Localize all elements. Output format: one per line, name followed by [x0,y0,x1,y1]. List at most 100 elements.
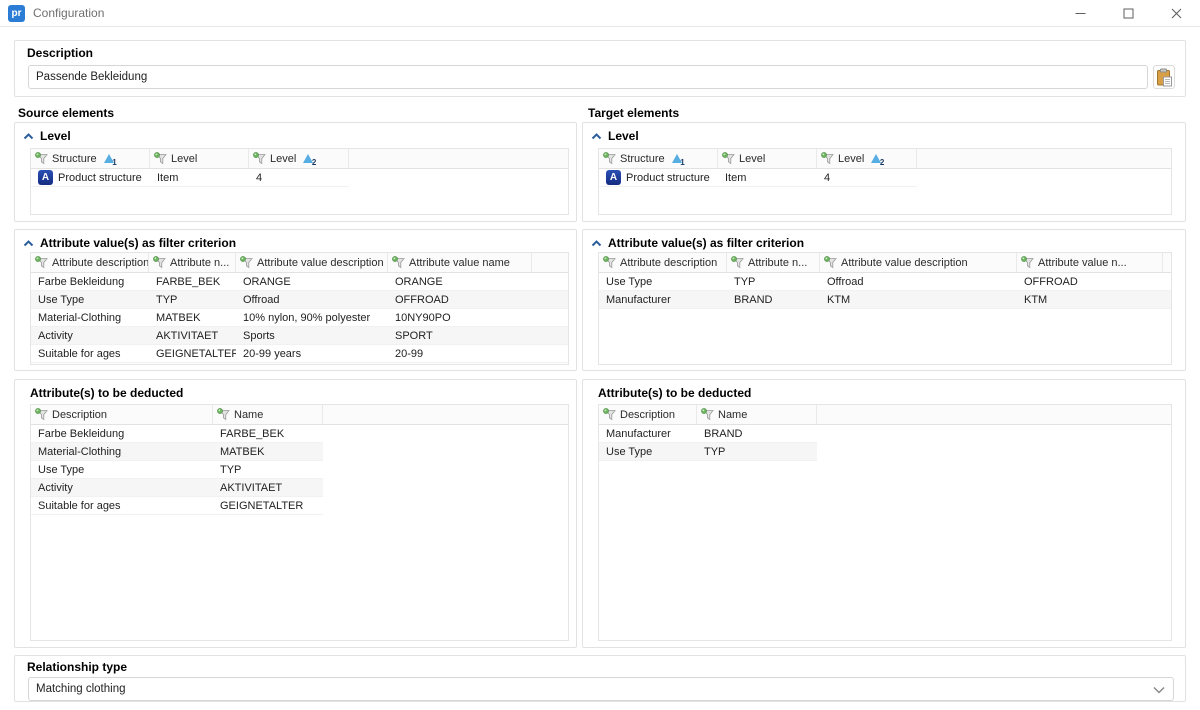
table-cell: 10NY90PO [388,312,532,324]
column-header-label: Name [234,409,263,421]
column-header-filler [532,253,568,272]
column-header[interactable]: Level [150,149,249,168]
filter-funnel-icon [603,256,616,269]
column-header-label: Attribute value description [841,257,968,269]
section-heading: Attribute(s) to be deducted [598,386,751,400]
table-row[interactable]: Farbe BekleidungFARBE_BEK [31,425,323,443]
source-level-table: Structure1LevelLevel2AProduct structureI… [30,148,569,215]
column-header[interactable]: Attribute n... [727,253,820,272]
column-header[interactable]: Attribute description [31,253,149,272]
table-cell: FARBE_BEK [149,276,236,288]
table-cell: Material-Clothing [31,446,213,458]
table-row[interactable]: Suitable for agesGEIGNETALTER [31,497,323,515]
chevron-down-icon [1153,686,1165,694]
table-cell: 10% nylon, 90% polyester [236,312,388,324]
collapse-icon[interactable] [23,240,34,247]
column-header[interactable]: Description [31,405,213,424]
column-header[interactable]: Attribute value n... [1017,253,1163,272]
column-header[interactable]: Structure 1 [599,149,718,168]
table-row[interactable]: Material-ClothingMATBEK10% nylon, 90% po… [31,309,568,327]
collapse-icon[interactable] [23,133,34,140]
maximize-button[interactable] [1104,0,1152,26]
sort-order-indicator: 2 [871,154,882,164]
title-bar: pr Configuration [0,0,1200,27]
column-header-label: Structure [620,153,665,165]
table-cell: TYP [697,446,817,458]
table-row[interactable]: ActivityAKTIVITAETSportsSPORT [31,327,568,345]
filter-funnel-icon [731,256,744,269]
table-cell: SPORT [388,330,532,342]
table-row[interactable]: Use TypeTYPOffroadOFFROAD [31,291,568,309]
column-header[interactable]: Attribute description [599,253,727,272]
column-header[interactable]: Attribute value name [388,253,532,272]
sort-order-indicator: 2 [303,154,314,164]
table-cell: Suitable for ages [31,500,213,512]
app-icon: pr [8,5,25,22]
filter-funnel-icon [701,408,714,421]
filter-funnel-icon [1021,256,1034,269]
column-header-label: Level [739,153,765,165]
column-header-label: Level [270,153,296,165]
column-header[interactable]: Level 2 [249,149,349,168]
table-row[interactable]: Use TypeTYPOffroadOFFROAD [599,273,1171,291]
table-cell: KTM [820,294,1017,306]
column-header[interactable]: Description [599,405,697,424]
table-row[interactable]: ActivityAKTIVITAET [31,479,323,497]
column-header[interactable]: Level2 [817,149,917,168]
collapse-icon[interactable] [591,133,602,140]
column-header[interactable]: Level [718,149,817,168]
table-cell: Manufacturer [599,428,697,440]
column-header-label: Attribute n... [748,257,807,269]
source-level-section: Level Structure1LevelLevel2AProduct stru… [14,122,577,222]
source-filter-section: Attribute value(s) as filter criterion A… [14,229,577,371]
source-deduct-table: Description Name Farbe BekleidungFARBE_BEK… [30,404,569,641]
table-header-row: Description Name [31,405,568,425]
section-heading: Level [40,129,71,143]
table-header-row: DescriptionName [599,405,1171,425]
filter-funnel-icon [253,152,266,165]
filter-funnel-icon [392,256,405,269]
table-cell: AKTIVITAET [149,330,236,342]
table-cell: Use Type [31,294,149,306]
filter-funnel-icon [603,408,616,421]
column-header[interactable]: Structure1 [31,149,150,168]
close-button[interactable] [1152,0,1200,26]
table-row[interactable]: ManufacturerBRAND [599,425,817,443]
sort-order-indicator: 1 [104,154,115,164]
collapse-icon[interactable] [591,240,602,247]
table-row[interactable]: Use TypeTYP [599,443,817,461]
table-row[interactable]: ManufacturerBRANDKTMKTM [599,291,1171,309]
column-header[interactable]: Name [697,405,817,424]
table-header-row: Attribute descriptionAttribute n...Attri… [31,253,568,273]
table-row[interactable]: Suitable for agesGEIGNETALTER20-99 years… [31,345,568,363]
filter-funnel-icon [821,152,834,165]
table-cell: OFFROAD [388,294,532,306]
column-header[interactable]: Attribute value description [236,253,388,272]
description-input[interactable]: Passende Bekleidung [28,65,1148,89]
table-cell: BRAND [697,428,817,440]
table-header-row: Attribute description Attribute n... Attri… [599,253,1171,273]
maximize-icon [1123,8,1134,19]
table-cell: AKTIVITAET [213,482,323,494]
column-header[interactable]: Attribute n... [149,253,236,272]
minimize-button[interactable] [1056,0,1104,26]
paste-button[interactable] [1153,65,1175,89]
relationship-type-select[interactable]: Matching clothing [28,677,1174,701]
table-row[interactable]: AProduct structureItem4 [31,169,349,187]
table-cell: 4 [249,172,349,184]
table-cell: Activity [31,330,149,342]
table-row[interactable]: AProduct structureItem4 [599,169,917,187]
minimize-icon [1075,8,1086,19]
table-cell: GEIGNETALTER [213,500,323,512]
table-row[interactable]: Farbe BekleidungFARBE_BEKORANGEORANGE [31,273,568,291]
sort-order-indicator: 1 [672,154,683,164]
filter-funnel-icon [217,408,230,421]
source-elements-label: Source elements [18,106,114,120]
table-row[interactable]: Use TypeTYP [31,461,323,479]
column-header[interactable]: Attribute value description [820,253,1017,272]
table-cell: FARBE_BEK [213,428,323,440]
column-header[interactable]: Name [213,405,323,424]
table-cell: MATBEK [149,312,236,324]
column-header-label: Attribute description [52,257,149,269]
table-row[interactable]: Material-ClothingMATBEK [31,443,323,461]
